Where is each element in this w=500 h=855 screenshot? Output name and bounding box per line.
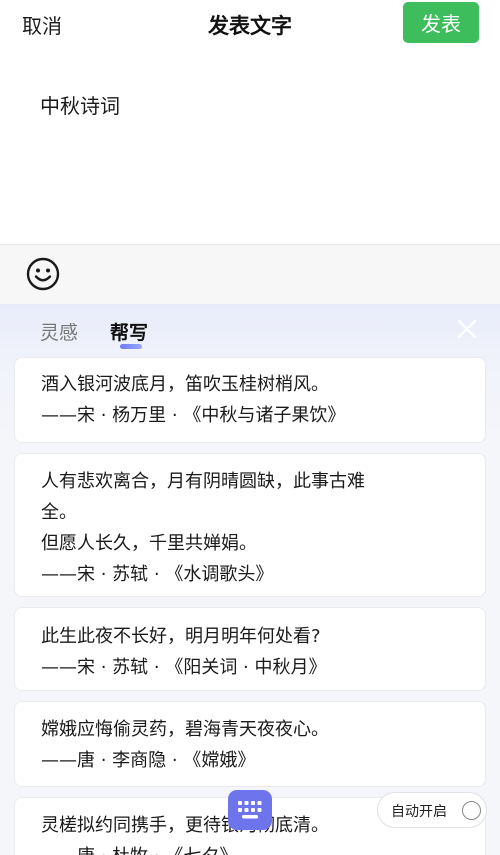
- tab-help-write[interactable]: 帮写: [110, 318, 148, 345]
- poem-line: 嫦娥应悔偷灵药，碧海青天夜夜心。: [41, 719, 329, 740]
- poem-source: ——唐 · 李商隐 · 《嫦娥》: [41, 750, 256, 771]
- poem-card[interactable]: 人有悲欢离合，月有阴晴圆缺，此事古难 全。 但愿人长久，千里共婵娟。 ——宋 ·…: [14, 453, 486, 597]
- poem-source: ——唐 · 杜牧 · 《七夕》: [41, 841, 459, 855]
- radio-toggle-icon[interactable]: [462, 801, 481, 820]
- poem-source: ——宋 · 苏轼 · 《水调歌头》: [41, 564, 274, 585]
- publish-button[interactable]: 发表: [403, 2, 479, 43]
- top-bar: 取消 发表文字 发表: [0, 0, 500, 48]
- poem-line: 但愿人长久，千里共婵娟。: [41, 533, 257, 554]
- poem-card[interactable]: 此生此夜不长好，明月明年何处看? ——宋 · 苏轼 · 《阳关词 · 中秋月》: [14, 607, 486, 691]
- poem-line: 人有悲欢离合，月有阴晴圆缺，此事古难: [41, 471, 365, 492]
- keyboard-icon: [238, 801, 262, 819]
- auto-enable-toggle[interactable]: 自动开启: [377, 792, 487, 828]
- poem-line: 全。: [41, 502, 77, 523]
- poem-source: ——宋 · 杨万里 · 《中秋与诸子果饮》: [41, 405, 346, 426]
- writing-assist-panel: 灵感 帮写 酒入银河波底月，笛吹玉桂树梢风。 ——宋 · 杨万里 · 《中秋与诸…: [0, 304, 500, 855]
- auto-enable-label: 自动开启: [391, 804, 447, 820]
- poem-line: 此生此夜不长好，明月明年何处看?: [41, 626, 321, 647]
- keyboard-button[interactable]: [228, 790, 272, 830]
- text-editor[interactable]: 中秋诗词: [0, 48, 500, 244]
- emoji-smile-icon[interactable]: [26, 257, 60, 291]
- close-icon[interactable]: [456, 318, 478, 340]
- poem-line: 酒入银河波底月，笛吹玉桂树梢风。: [41, 374, 329, 395]
- input-toolbar: [0, 244, 500, 304]
- poem-card[interactable]: 酒入银河波底月，笛吹玉桂树梢风。 ——宋 · 杨万里 · 《中秋与诸子果饮》: [14, 357, 486, 443]
- active-tab-indicator: [120, 344, 142, 349]
- poem-card[interactable]: 嫦娥应悔偷灵药，碧海青天夜夜心。 ——唐 · 李商隐 · 《嫦娥》: [14, 701, 486, 787]
- poem-source: ——宋 · 苏轼 · 《阳关词 · 中秋月》: [41, 657, 327, 678]
- tab-inspiration[interactable]: 灵感: [40, 318, 78, 345]
- editor-content[interactable]: 中秋诗词: [40, 90, 120, 119]
